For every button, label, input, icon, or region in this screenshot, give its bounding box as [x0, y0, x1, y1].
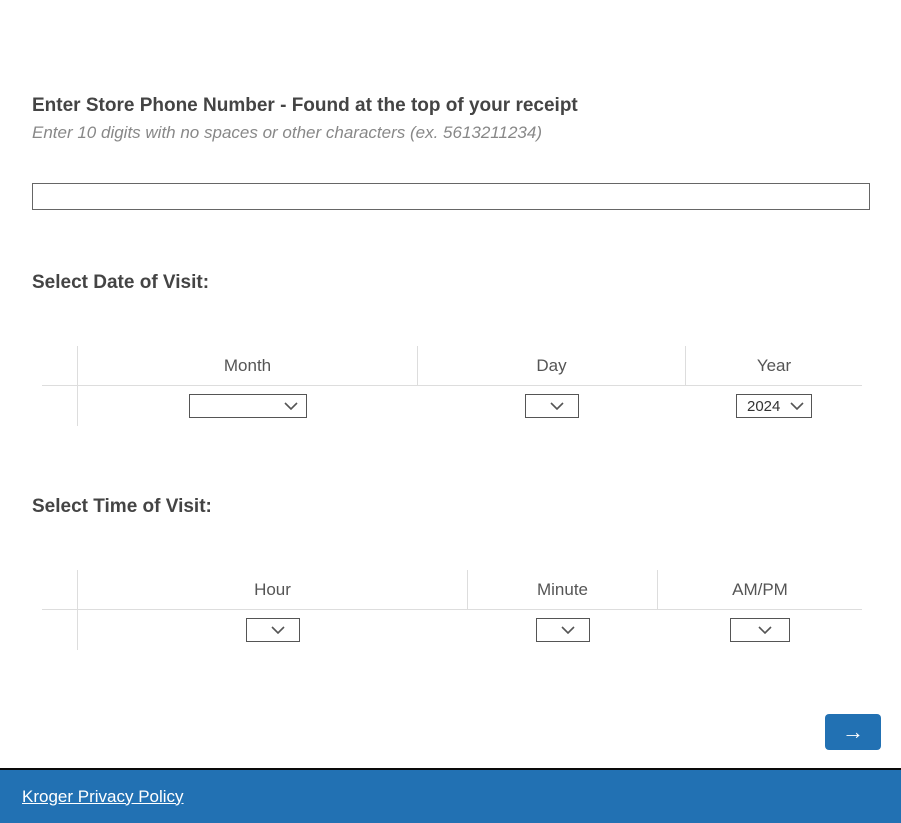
- time-header-spacer: [42, 570, 78, 609]
- time-section-label: Select Time of Visit:: [32, 496, 869, 518]
- hour-select[interactable]: [246, 618, 300, 642]
- privacy-policy-link[interactable]: Kroger Privacy Policy: [22, 787, 184, 807]
- chevron-down-icon: [284, 402, 298, 410]
- date-header-day: Day: [418, 346, 686, 385]
- date-header-spacer: [42, 346, 78, 385]
- day-select[interactable]: [525, 394, 579, 418]
- time-header-minute: Minute: [468, 570, 658, 609]
- footer: Kroger Privacy Policy: [0, 768, 901, 823]
- date-header-year: Year: [686, 346, 862, 385]
- year-value: 2024: [747, 398, 780, 415]
- month-select[interactable]: [189, 394, 307, 418]
- time-header-hour: Hour: [78, 570, 468, 609]
- time-row-spacer: [42, 610, 78, 650]
- phone-input[interactable]: [32, 183, 870, 210]
- date-section-label: Select Date of Visit:: [32, 272, 869, 294]
- year-select[interactable]: 2024: [736, 394, 812, 418]
- phone-heading: Enter Store Phone Number - Found at the …: [32, 95, 869, 117]
- chevron-down-icon: [550, 402, 564, 410]
- phone-subheading: Enter 10 digits with no spaces or other …: [32, 123, 869, 143]
- date-grid: Month Day Year: [42, 346, 862, 426]
- arrow-right-icon: →: [842, 719, 864, 745]
- minute-select[interactable]: [536, 618, 590, 642]
- time-header-ampm: AM/PM: [658, 570, 862, 609]
- date-row-spacer: [42, 386, 78, 426]
- chevron-down-icon: [561, 626, 575, 634]
- ampm-select[interactable]: [730, 618, 790, 642]
- time-grid: Hour Minute AM/PM: [42, 570, 862, 650]
- chevron-down-icon: [790, 402, 804, 410]
- date-header-month: Month: [78, 346, 418, 385]
- chevron-down-icon: [271, 626, 285, 634]
- next-button[interactable]: →: [825, 714, 881, 750]
- chevron-down-icon: [758, 626, 772, 634]
